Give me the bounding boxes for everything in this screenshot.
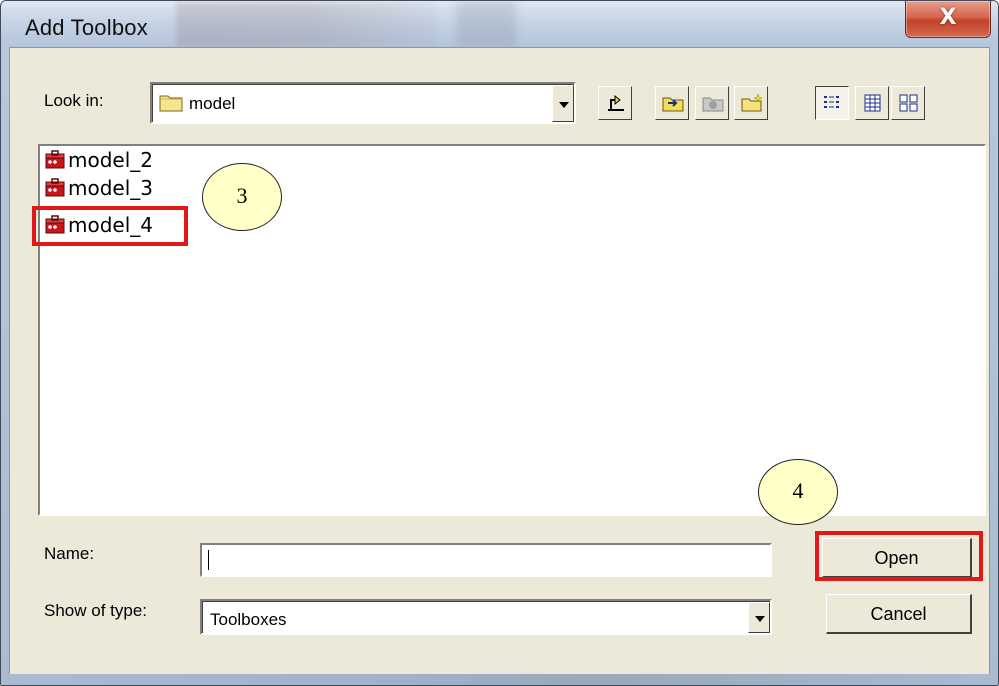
text-caret [208, 550, 209, 570]
thumbnails-view-button[interactable] [891, 86, 925, 120]
look-in-dropdown[interactable]: model [150, 82, 576, 124]
window-frame-bottom [1, 674, 998, 685]
look-in-dropdown-button[interactable] [552, 85, 574, 122]
look-in-value: model [189, 94, 236, 113]
connect-to-folder-button[interactable] [655, 86, 689, 120]
add-toolbox-dialog: Add Toolbox X Look in: model model_2 mod… [0, 0, 999, 686]
new-folder-button[interactable] [734, 86, 768, 120]
type-value: Toolboxes [210, 610, 287, 629]
file-list[interactable]: model_2 model_3 model_4 [38, 144, 986, 516]
step-4-callout: 4 [758, 459, 838, 525]
close-button[interactable]: X [905, 1, 991, 38]
file-name: model_2 [68, 148, 153, 172]
title-bar[interactable]: Add Toolbox X [1, 1, 998, 47]
folder-icon [159, 92, 183, 117]
details-view-button[interactable] [815, 86, 849, 120]
type-dropdown[interactable]: Toolboxes [200, 599, 772, 635]
window-title: Add Toolbox [25, 15, 148, 40]
dialog-body: Look in: model model_2 model_3 model_4 N… [9, 47, 990, 676]
background-blur [176, 3, 436, 47]
new-folder-icon [741, 93, 763, 112]
list-view-button[interactable] [855, 86, 889, 120]
close-icon: X [939, 5, 957, 30]
toolbox-icon [45, 150, 65, 169]
name-label: Name: [44, 544, 95, 563]
details-view-icon [824, 96, 839, 108]
file-name: model_3 [68, 176, 153, 200]
type-label: Show of type: [44, 601, 148, 620]
model-4-highlight [32, 206, 188, 246]
step-3-callout: 3 [202, 163, 282, 231]
thumbnails-view-icon [899, 94, 918, 112]
disconnect-folder-icon [702, 97, 724, 112]
list-view-icon [864, 94, 881, 112]
look-in-label: Look in: [44, 91, 104, 110]
open-button-highlight [815, 531, 983, 581]
folder-up-icon [608, 94, 624, 111]
connect-folder-icon [662, 97, 684, 112]
cancel-button[interactable]: Cancel [826, 594, 972, 634]
name-field[interactable] [200, 543, 772, 577]
type-dropdown-button[interactable] [748, 602, 770, 633]
up-one-level-button[interactable] [598, 86, 632, 120]
disconnect-from-folder-button[interactable] [695, 86, 729, 120]
background-blur [456, 1, 516, 47]
toolbox-icon [45, 178, 65, 197]
